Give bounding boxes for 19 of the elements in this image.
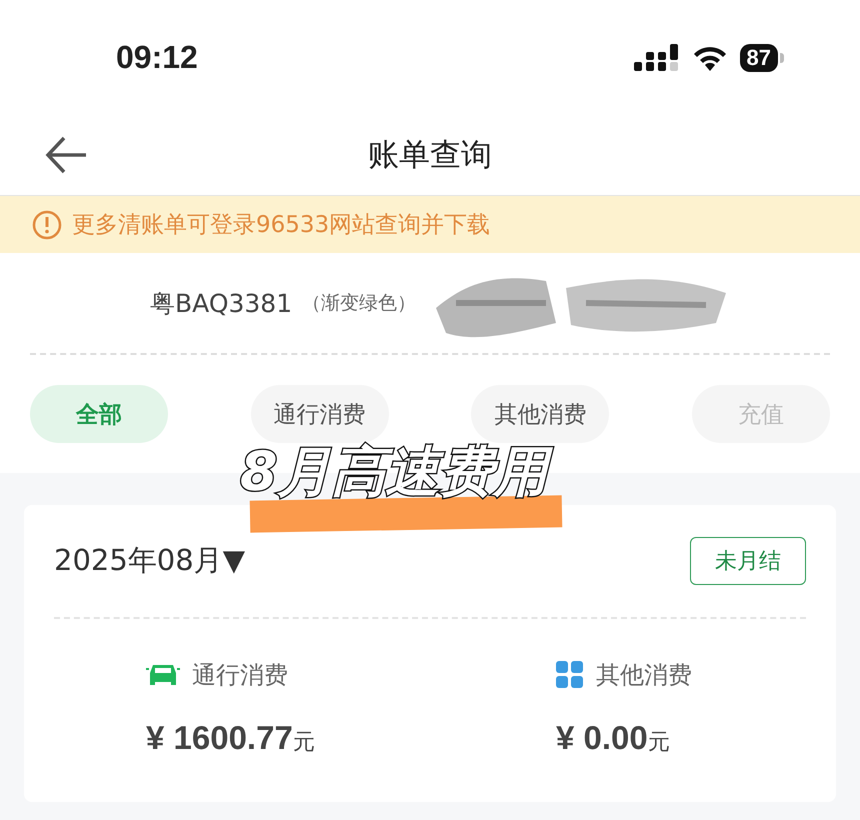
page-title: 账单查询 bbox=[368, 136, 492, 175]
notice-text: 更多清账单可登录96533网站查询并下载 bbox=[72, 211, 490, 240]
status-badge: 未月结 bbox=[690, 537, 806, 585]
grid-icon bbox=[556, 661, 584, 689]
filter-tab[interactable]: 其他消费 bbox=[471, 385, 610, 443]
amount-value: ¥ 0.00 bbox=[556, 719, 648, 757]
plate-number: 粤BAQ3381 bbox=[150, 288, 292, 320]
amount-unit: 元 bbox=[648, 729, 670, 757]
status-time: 09:12 bbox=[116, 39, 198, 76]
amount-value: ¥ 1600.77 bbox=[146, 719, 293, 757]
amount-unit: 元 bbox=[292, 729, 315, 757]
category-label: 其他消费 bbox=[596, 660, 692, 691]
signal-icon bbox=[634, 44, 680, 72]
category-label: 通行消费 bbox=[192, 660, 288, 691]
plate-color: （渐变绿色） bbox=[302, 291, 416, 316]
car-icon bbox=[146, 663, 180, 687]
info-icon bbox=[32, 210, 62, 240]
month-selector[interactable]: 2025年08月▼ bbox=[54, 541, 246, 581]
back-arrow-icon[interactable] bbox=[44, 135, 88, 175]
